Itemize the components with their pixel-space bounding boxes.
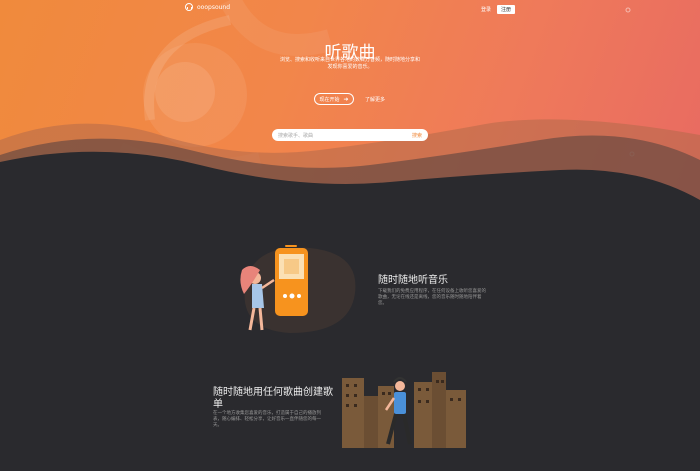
logo[interactable]: ooopsound <box>185 3 230 11</box>
feature-playlist-description: 在一个地方收集您喜爱的音乐，打造属于自己的播放列表，随心编排、轻松分享，让好音乐… <box>213 411 321 428</box>
search-bar[interactable]: 搜索歌手、歌曲 搜索 <box>272 129 428 141</box>
search-input[interactable]: 搜索歌手、歌曲 <box>278 132 313 139</box>
landing-page: ooopsound 登录 注册 听歌曲 浏览、搜索和收听来自世界各地的数百万音频… <box>0 0 700 471</box>
feature-listen-description: 下载我们的免费应用程序，在任何设备上收听您喜爱的歌曲，无论在线还是离线，您的音乐… <box>378 289 486 306</box>
hero-section: ooopsound 登录 注册 听歌曲 浏览、搜索和收听来自世界各地的数百万音频… <box>0 0 700 215</box>
start-button[interactable]: 现在开始 ➜ <box>314 93 354 105</box>
arrow-right-icon: ➜ <box>343 95 349 103</box>
signup-button[interactable]: 注册 <box>496 5 515 14</box>
logo-text: ooopsound <box>197 3 231 11</box>
city-walking-illustration <box>342 372 466 448</box>
top-nav: 登录 注册 <box>481 5 515 14</box>
hero-waves <box>0 119 700 215</box>
search-button[interactable]: 搜索 <box>412 132 422 139</box>
feature-listen-title: 随时随地听音乐 <box>378 275 448 286</box>
start-button-label: 现在开始 <box>319 96 340 103</box>
listening-girl-illustration <box>240 245 356 333</box>
login-link[interactable]: 登录 <box>481 6 491 13</box>
hero-description: 浏览、搜索和收听来自世界各地的数百万音频，随时随地分享和发现你喜爱的音乐。 <box>279 57 420 70</box>
headphones-logo-icon <box>185 3 193 11</box>
feature-playlist-title: 随时随地用任何歌曲创建歌单 <box>213 387 333 410</box>
learn-more-link[interactable]: 了解更多 <box>365 96 385 103</box>
